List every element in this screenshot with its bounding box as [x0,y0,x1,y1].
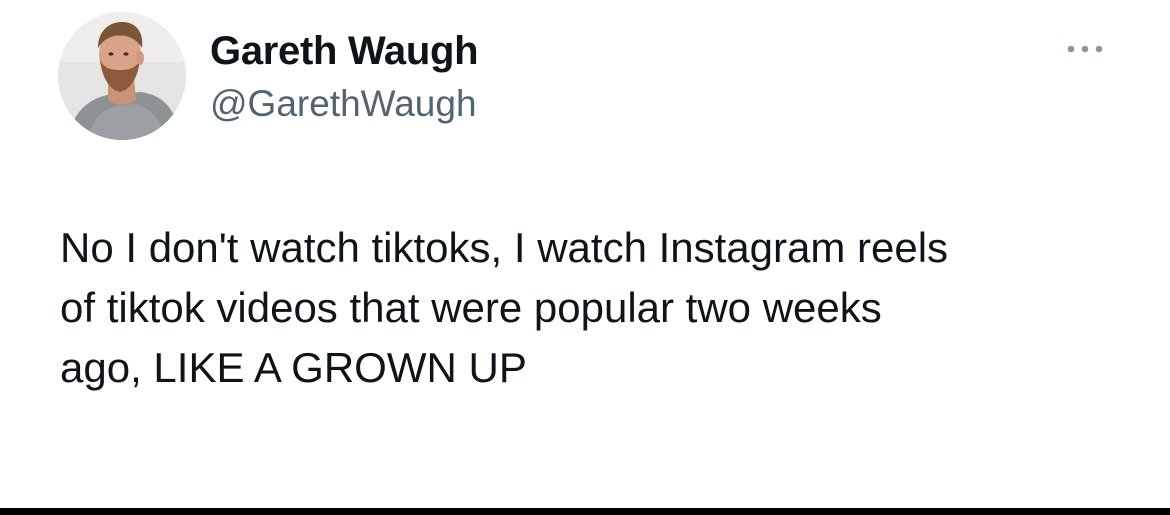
tweet-card: Gareth Waugh @GarethWaugh No I don't wat… [0,0,1170,511]
display-name[interactable]: Gareth Waugh [210,26,479,76]
more-horizontal-icon [1067,45,1103,53]
tweet-text: No I don't watch tiktoks, I watch Instag… [60,218,1140,398]
user-handle[interactable]: @GarethWaugh [210,81,477,127]
bottom-divider [0,508,1170,515]
avatar-photo [58,12,186,140]
tweet-text-line: of tiktok videos that were popular two w… [60,284,882,331]
more-options-button[interactable] [1060,36,1110,62]
tweet-text-line: No I don't watch tiktoks, I watch Instag… [60,224,949,271]
avatar[interactable] [58,12,186,140]
tweet-text-line: ago, LIKE A GROWN UP [60,344,527,391]
